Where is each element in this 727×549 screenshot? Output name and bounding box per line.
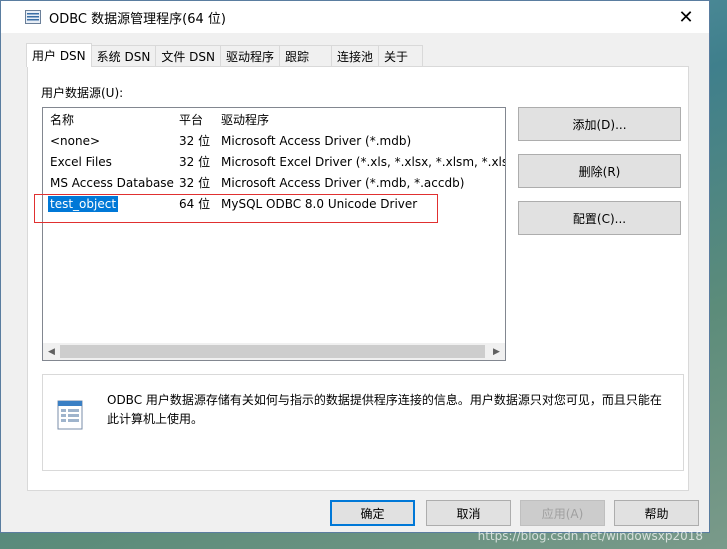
ok-button[interactable]: 确定 [330,500,415,526]
odbc-app-icon [25,10,41,24]
tab-system-dsn[interactable]: 系统 DSN [90,45,157,66]
scrollbar-thumb[interactable] [60,345,485,358]
dsn-name: test_object [48,195,119,212]
dsn-platform: 64 位 [179,197,211,211]
horizontal-scrollbar[interactable]: ◀ ▶ [43,343,505,360]
list-header: 名称 平台 驱动程序 [43,109,505,130]
list-item[interactable]: <none> 32 位 Microsoft Access Driver (*.m… [43,130,505,151]
info-description: ODBC 用户数据源存储有关如何与指示的数据提供程序连接的信息。用户数据源只对您… [107,393,662,426]
dsn-driver: Microsoft Access Driver (*.mdb) [221,133,412,148]
tab-connection-pooling[interactable]: 连接池 [331,45,380,66]
apply-button: 应用(A) [520,500,605,526]
cancel-button[interactable]: 取消 [426,500,511,526]
dsn-platform: 32 位 [179,134,211,148]
title-bar: ODBC 数据源管理程序(64 位) ✕ [1,1,709,33]
dsn-platform: 32 位 [179,155,211,169]
list-item[interactable]: Excel Files 32 位 Microsoft Excel Driver … [43,151,505,172]
help-button[interactable]: 帮助 [614,500,699,526]
selected-dsn-name: test_object [48,195,119,212]
dsn-platform: 32 位 [179,176,211,190]
close-icon[interactable]: ✕ [663,1,709,33]
tab-tracing[interactable]: 跟踪 [278,45,332,66]
dsn-name: MS Access Database [50,175,174,190]
user-dsn-listbox[interactable]: 名称 平台 驱动程序 <none> 32 位 Microsoft Access … [42,107,506,361]
window-title: ODBC 数据源管理程序(64 位) [49,11,226,27]
scroll-left-icon[interactable]: ◀ [43,343,60,360]
tab-drivers[interactable]: 驱动程序 [219,45,280,66]
column-header-name[interactable]: 名称 [50,111,74,128]
column-header-platform[interactable]: 平台 [179,111,203,128]
tab-panel: 用户数据源(U): 名称 平台 驱动程序 <none> 32 位 Microso… [27,66,689,491]
user-dsn-list-label: 用户数据源(U): [41,86,124,100]
scroll-right-icon[interactable]: ▶ [488,343,505,360]
column-header-driver[interactable]: 驱动程序 [221,111,269,128]
configure-button[interactable]: 配置(C)... [518,201,681,235]
data-source-icon [57,400,83,430]
tab-file-dsn[interactable]: 文件 DSN [155,45,221,66]
info-box: ODBC 用户数据源存储有关如何与指示的数据提供程序连接的信息。用户数据源只对您… [42,374,684,471]
odbc-dialog: ODBC 数据源管理程序(64 位) ✕ 用户 DSN 系统 DSN 文件 DS… [0,0,710,533]
tab-about[interactable]: 关于 [378,45,424,66]
tab-strip: 用户 DSN 系统 DSN 文件 DSN 驱动程序 跟踪 连接池 关于 [26,43,424,67]
list-item[interactable]: MS Access Database 32 位 Microsoft Access… [43,172,505,193]
dsn-name: <none> [50,133,101,148]
dsn-name: Excel Files [50,154,112,169]
remove-button[interactable]: 删除(R) [518,154,681,188]
dsn-driver: Microsoft Excel Driver (*.xls, *.xlsx, *… [221,154,506,169]
add-button[interactable]: 添加(D)... [518,107,681,141]
dsn-driver: Microsoft Access Driver (*.mdb, *.accdb) [221,175,465,190]
list-item-selected[interactable]: test_object 64 位 MySQL ODBC 8.0 Unicode … [43,193,505,214]
tab-user-dsn[interactable]: 用户 DSN [26,43,92,67]
dsn-driver: MySQL ODBC 8.0 Unicode Driver [221,196,418,211]
